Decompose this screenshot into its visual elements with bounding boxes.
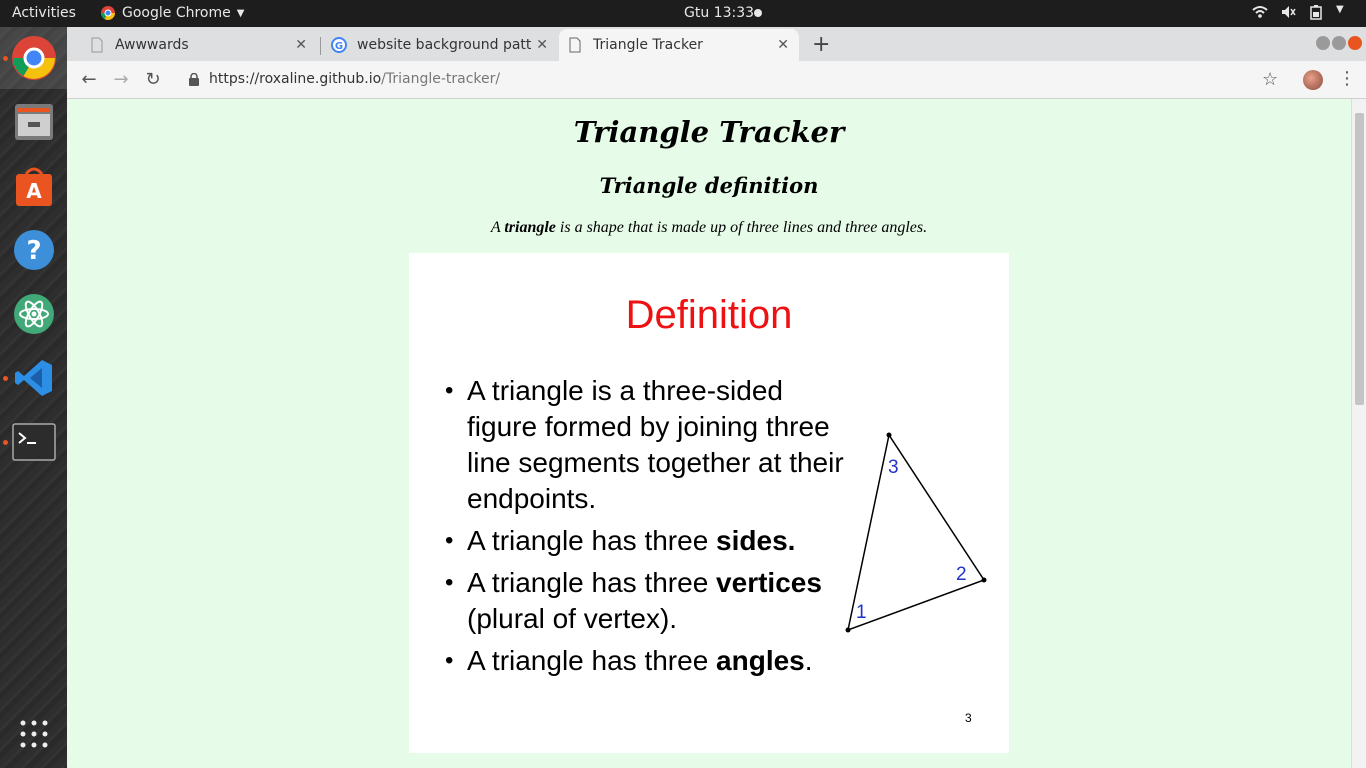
triangle-outline [846,433,986,632]
atom-icon [13,294,54,334]
close-icon[interactable]: ✕ [536,37,548,53]
system-tray[interactable]: ▼ [1252,4,1352,20]
bullet-bold: angles [716,645,805,676]
vertex-point [981,577,987,583]
kebab-menu-icon[interactable]: ⋮ [1338,68,1356,89]
tab-title: Awwwards [115,37,189,53]
vscode-icon [14,360,52,396]
activities-button[interactable]: Activities [12,5,76,21]
tab-triangle-tracker[interactable]: Triangle Tracker ✕ [559,29,799,61]
bullet-bold: vertices [716,567,822,598]
tab-website-background[interactable]: G website background patt ✕ [323,29,558,61]
dock-vscode[interactable] [0,347,67,409]
vertex-point [845,627,851,633]
definition-slide-image: Definition A triangle is a three-sided f… [409,253,1009,753]
help-icon: ? [13,230,54,270]
bullet-text: A triangle has three [467,525,717,556]
bullet-item: A triangle has three angles. [445,643,845,679]
forward-button[interactable]: → [110,69,132,91]
bullet-text: (plural of vertex). [467,603,678,634]
scrollbar-thumb[interactable] [1355,113,1364,405]
lead-pre: A [490,219,505,236]
tab-title: website background patt [357,37,531,53]
triangle-diagram: 1 2 3 [845,432,987,633]
url-path: /Triangle-tracker/ [381,71,501,87]
app-grid-icon [20,720,47,748]
minimize-button[interactable] [1316,36,1330,50]
new-tab-button[interactable]: + [812,32,830,57]
running-indicator [3,56,8,61]
tab-awwwards[interactable]: Awwwards ✕ [67,29,317,61]
bullet-bold: sides. [716,525,796,556]
definition-text: A triangle is a shape that is made up of… [67,219,1351,237]
slide-title: Definition [625,293,793,337]
url-host: https://roxaline.github.io [209,71,382,87]
dock-chrome[interactable] [0,27,67,89]
dock-atom[interactable] [0,283,67,345]
software-center-icon: A [15,167,52,206]
dock-software[interactable]: A [0,155,67,217]
dock-app-grid[interactable] [0,703,67,765]
tab-strip: Awwwards ✕ G website background patt ✕ T… [67,27,1366,61]
bookmark-star-icon[interactable]: ☆ [1262,69,1278,90]
vertical-scrollbar[interactable] [1351,99,1366,768]
lead-bold: triangle [504,219,556,236]
chevron-down-icon: ▼ [236,7,245,19]
bullet-item: A triangle is a three-sided figure forme… [445,373,845,517]
dock-terminal[interactable] [0,411,67,473]
maximize-button[interactable] [1332,36,1346,50]
web-page: Triangle Tracker Triangle definition A t… [67,99,1351,768]
running-indicator [3,440,8,445]
dock: A ? [0,27,67,768]
chrome-small-icon [101,6,115,20]
address-bar[interactable]: https://roxaline.github.io/Triangle-trac… [209,71,500,87]
chrome-icon [11,36,56,80]
page-title: Triangle Tracker [573,115,845,149]
bullet-text: A triangle has three [467,567,717,598]
slide-bullets: A triangle is a three-sided figure forme… [445,373,845,685]
browser-toolbar: ← → ↻ https://roxaline.github.io/Triangl… [67,61,1366,99]
svg-text:A: A [26,179,42,203]
dock-files[interactable] [0,91,67,153]
running-indicator [3,376,8,381]
tab-title: Triangle Tracker [593,37,703,53]
files-icon [14,104,53,140]
close-window-button[interactable] [1348,36,1362,50]
vertex-label-3: 3 [888,457,899,478]
volume-muted-icon [1282,6,1296,18]
svg-text:?: ? [26,236,41,266]
bullet-text: . [804,645,813,676]
tab-separator [320,37,321,55]
section-heading: Triangle definition [599,173,819,198]
system-menu-chevron-icon: ▼ [1336,4,1344,15]
terminal-icon [11,423,56,461]
bullet-item: A triangle has three vertices (plural of… [445,565,845,637]
wifi-icon [1252,6,1268,18]
clock-dot [754,9,762,17]
svg-text:G: G [335,41,343,52]
close-icon[interactable]: ✕ [777,37,789,53]
bullet-text: A triangle has three [467,645,717,676]
back-button[interactable]: ← [78,69,100,91]
avatar[interactable] [1303,70,1323,90]
vertex-point [886,432,892,438]
bullet-item: A triangle has three sides. [445,523,845,559]
vertex-label-1: 1 [856,602,867,623]
lead-post: is a shape that is made up of three line… [555,219,928,236]
app-menu-label: Google Chrome [122,5,231,21]
slide-page-number: 3 [965,711,972,725]
vertex-label-2: 2 [956,564,967,585]
gnome-top-bar: Activities Google Chrome ▼ Gtu 13:33 ▼ [0,0,1366,27]
battery-icon [1310,5,1322,20]
document-icon [569,37,581,53]
lock-icon [189,73,199,86]
app-menu[interactable]: Google Chrome ▼ [100,5,244,21]
dock-help[interactable]: ? [0,219,67,281]
reload-button[interactable]: ↻ [142,69,164,91]
document-icon [91,37,103,53]
clock[interactable]: Gtu 13:33 [684,5,754,21]
close-icon[interactable]: ✕ [295,37,307,53]
google-icon: G [331,37,347,53]
